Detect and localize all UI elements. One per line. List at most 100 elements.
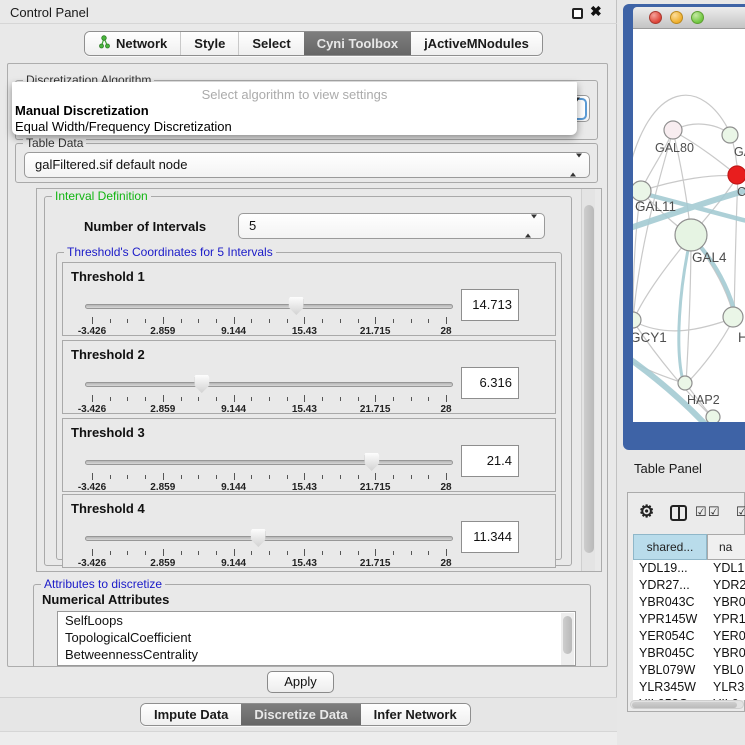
column-header-name[interactable]: na	[707, 534, 745, 560]
tab-network-label: Network	[116, 36, 167, 51]
tab-jactivemnodules[interactable]: jActiveMNodules	[411, 32, 542, 55]
node-gal80[interactable]	[664, 121, 682, 139]
node-label-gal11: GAL11	[635, 199, 676, 214]
checkbox-icon[interactable]: ☑	[695, 504, 707, 520]
table-cell-name[interactable]: YBR0	[707, 645, 745, 662]
close-panel-icon[interactable]: ✖	[590, 3, 602, 20]
threshold-2-value-field[interactable]: 6.316	[461, 367, 519, 399]
node-h[interactable]	[723, 307, 743, 327]
tab-network[interactable]: Network	[85, 32, 180, 55]
algorithm-dropdown-popup: Select algorithm to view settings Manual…	[12, 82, 577, 135]
table-cell-name[interactable]: YER0	[707, 628, 745, 645]
slider-tick-label: 2.859	[150, 404, 175, 415]
column-header-shared[interactable]: shared...	[633, 534, 707, 560]
slider-ticks	[92, 317, 446, 325]
node-top-right[interactable]	[722, 127, 738, 143]
list-scrollbar[interactable]	[561, 613, 574, 666]
dropdown-option-manual-discretization[interactable]: Manual Discretization	[15, 103, 149, 118]
horizontal-scrollbar[interactable]	[630, 700, 744, 709]
window-zoom-button[interactable]	[691, 11, 704, 24]
dropdown-option-equal-width[interactable]: Equal Width/Frequency Discretization	[15, 119, 232, 134]
slider-thumb[interactable]	[194, 375, 209, 393]
num-intervals-combobox[interactable]: 5	[238, 213, 545, 239]
attribute-list-item[interactable]: TopologicalCoefficient	[58, 629, 575, 646]
slider-tick	[375, 395, 376, 402]
tab-select[interactable]: Select	[238, 32, 303, 55]
slider-thumb[interactable]	[364, 453, 379, 471]
checkbox-icon[interactable]: ☑	[708, 504, 720, 520]
table-cell-name[interactable]: YDR2	[707, 577, 745, 594]
table-row[interactable]: YBR043CYBR0	[633, 594, 745, 611]
table-row[interactable]: YDR27...YDR2	[633, 577, 745, 594]
table-cell-shared[interactable]: YPR145W	[633, 611, 707, 628]
attribute-list-item[interactable]: BetweennessCentrality	[58, 646, 575, 663]
table-cell-shared[interactable]: YBL079W	[633, 662, 707, 679]
table-cell-shared[interactable]: YLR345W	[633, 679, 707, 696]
node-label-partial-h: H	[738, 330, 745, 345]
node-gal4[interactable]	[675, 219, 707, 251]
node-gal11[interactable]	[633, 181, 651, 201]
slider-thumb[interactable]	[289, 297, 304, 315]
slider-thumb[interactable]	[251, 529, 266, 547]
table-cell-name[interactable]: YBR0	[707, 594, 745, 611]
table-cell-name[interactable]: YLR3	[707, 679, 745, 696]
vertical-scrollbar-thumb[interactable]	[584, 205, 594, 553]
table-data-combobox[interactable]: galFiltered.sif default node	[24, 152, 590, 178]
tab-cyni-toolbox[interactable]: Cyni Toolbox	[304, 32, 411, 55]
gear-icon[interactable]: ⚙	[639, 502, 654, 522]
tab-style[interactable]: Style	[180, 32, 238, 55]
threshold-1-slider[interactable]: -3.4262.8599.14415.4321.71528	[85, 295, 453, 335]
float-panel-icon[interactable]	[572, 8, 583, 19]
network-canvas[interactable]: GAL80 GAL11 GAL4 GCY1 HAP2 GA C H	[633, 29, 745, 422]
horizontal-scrollbar-thumb[interactable]	[632, 702, 737, 708]
table-cell-name[interactable]: YDL1	[707, 560, 745, 577]
numerical-attributes-list[interactable]: SelfLoopsTopologicalCoefficientBetweenne…	[57, 611, 576, 666]
table-cell-name[interactable]: YBL0	[707, 662, 745, 679]
tab-discretize-data[interactable]: Discretize Data	[241, 704, 360, 725]
table-cell-name[interactable]: YPR1	[707, 611, 745, 628]
slider-tick	[234, 317, 235, 324]
table-cell-shared[interactable]: YDR27...	[633, 577, 707, 594]
slider-tick	[163, 317, 164, 324]
tab-impute-data[interactable]: Impute Data	[141, 704, 241, 725]
list-scrollbar-thumb[interactable]	[563, 616, 572, 654]
table-row[interactable]: YDL19...YDL1	[633, 560, 745, 577]
slider-tick-label: -3.426	[78, 558, 106, 569]
table-row[interactable]: YBL079WYBL0	[633, 662, 745, 679]
split-columns-icon[interactable]	[670, 505, 687, 521]
table-row[interactable]: YBR045CYBR0	[633, 645, 745, 662]
network-window-titlebar[interactable]	[633, 7, 745, 29]
threshold-2-slider[interactable]: -3.4262.8599.14415.4321.71528	[85, 373, 453, 413]
node-bottom[interactable]	[706, 410, 720, 422]
threshold-4-value-field[interactable]: 11.344	[461, 521, 519, 553]
window-minimize-button[interactable]	[670, 11, 683, 24]
table-cell-shared[interactable]: YDL19...	[633, 560, 707, 577]
threshold-1-panel: Threshold 1 -3.4262.8599.14415.4321.7152…	[62, 262, 556, 336]
slider-tick-labels: -3.4262.8599.14415.4321.71528	[92, 558, 446, 568]
threshold-3-slider[interactable]: -3.4262.8599.14415.4321.71528	[85, 451, 453, 491]
threshold-4-slider[interactable]: -3.4262.8599.14415.4321.71528	[85, 527, 453, 567]
control-panel: Control Panel ✖ Network Style	[0, 0, 617, 745]
tab-infer-network[interactable]: Infer Network	[361, 704, 470, 725]
slider-tick	[234, 549, 235, 556]
window-close-button[interactable]	[649, 11, 662, 24]
table-row[interactable]: YER054CYER0	[633, 628, 745, 645]
checkbox-icon[interactable]: ☑	[736, 504, 745, 520]
node-hap2[interactable]	[678, 376, 692, 390]
table-cell-shared[interactable]: YBR043C	[633, 594, 707, 611]
slider-tick	[358, 397, 359, 401]
table-row[interactable]: YLR345WYLR3	[633, 679, 745, 696]
table-cell-shared[interactable]: YBR045C	[633, 645, 707, 662]
threshold-3-value-field[interactable]: 21.4	[461, 445, 519, 477]
table-row[interactable]: YPR145WYPR1	[633, 611, 745, 628]
node-gcy1[interactable]	[633, 312, 641, 328]
slider-tick	[163, 549, 164, 556]
slider-tick	[446, 473, 447, 480]
apply-button[interactable]: Apply	[267, 671, 334, 693]
attribute-list-item[interactable]: SelfLoops	[58, 612, 575, 629]
vertical-scrollbar[interactable]	[581, 189, 595, 571]
slider-tick	[145, 475, 146, 479]
threshold-1-value-field[interactable]: 14.713	[461, 289, 519, 321]
table-cell-shared[interactable]: YER054C	[633, 628, 707, 645]
node-selected-red[interactable]	[728, 166, 745, 184]
